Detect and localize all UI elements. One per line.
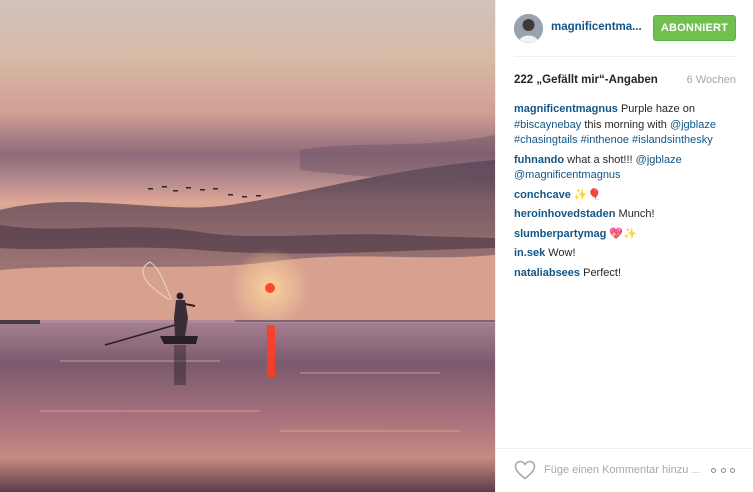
comment-item: fuhnando what a shot!!! @jgblaze @magnif… (514, 153, 736, 184)
avatar[interactable] (514, 14, 543, 43)
owner-username-link[interactable]: magnificentma... (551, 21, 642, 33)
hashtag-link[interactable]: #inthenoe (581, 134, 629, 146)
mention-link[interactable]: @jgblaze (636, 154, 682, 166)
hashtag-link[interactable]: #islandsinthesky (632, 134, 713, 146)
comment-text: ✨🎈 (570, 188, 602, 201)
comment-username-link[interactable]: conchcave (514, 189, 571, 201)
mention-link[interactable]: @magnificentmagnus (514, 169, 621, 181)
comment-username-link[interactable]: fuhnando (514, 154, 564, 166)
comment-username-link[interactable]: nataliabsees (514, 267, 580, 279)
hashtag-link[interactable]: #chasingtails (514, 134, 578, 146)
post-details-panel: magnificentma... ABONNIERT 222 „Gefällt … (495, 0, 753, 492)
sunset-fishing-photo (0, 0, 495, 492)
comment-username-link[interactable]: in.sek (514, 247, 545, 259)
comment-item: in.sek Wow! (514, 246, 736, 262)
comment-username-link[interactable]: magnificentmagnus (514, 103, 618, 115)
header-divider (514, 56, 736, 57)
comment-text: Perfect! (580, 266, 622, 279)
comment-text: Wow! (545, 247, 576, 259)
dot-icon (711, 467, 716, 473)
follow-button[interactable]: ABONNIERT (653, 15, 736, 41)
post-meta: 222 „Gefällt mir“-Angaben 6 Wochen (514, 74, 736, 90)
comment-text: Purple haze on (617, 103, 695, 115)
comment-item: magnificentmagnus Purple haze on #biscay… (514, 102, 736, 149)
hashtag-link[interactable]: #biscaynebay (514, 119, 581, 131)
comment-item: slumberpartymag 💖✨ (514, 227, 736, 243)
more-options-icon[interactable] (711, 461, 735, 479)
comment-item: nataliabsees Perfect! (514, 266, 736, 282)
comment-username-link[interactable]: slumberpartymag (514, 228, 606, 240)
comment-username-link[interactable]: heroinhovedstaden (514, 208, 615, 220)
heart-outline-icon[interactable] (514, 460, 536, 480)
post-age[interactable]: 6 Wochen (687, 74, 736, 86)
likes-count[interactable]: 222 „Gefällt mir“-Angaben (514, 74, 658, 86)
comment-text: Munch! (615, 208, 655, 220)
dot-icon (730, 467, 735, 473)
comment-text: 💖✨ (606, 227, 637, 240)
comment-list: magnificentmagnus Purple haze on #biscay… (514, 102, 736, 285)
dot-icon (720, 467, 726, 473)
comment-item: heroinhovedstaden Munch! (514, 207, 736, 223)
comment-text: what a shot!!! (564, 153, 636, 166)
comment-bar (496, 448, 753, 492)
mention-link[interactable]: @jgblaze (670, 119, 716, 131)
comment-item: conchcave ✨🎈 (514, 188, 736, 204)
avatar-image (514, 14, 543, 43)
comment-text: this morning with (581, 118, 670, 131)
post-photo[interactable] (0, 0, 495, 492)
comment-input[interactable] (544, 459, 704, 481)
post-header: magnificentma... ABONNIERT (496, 0, 753, 56)
instagram-post: magnificentma... ABONNIERT 222 „Gefällt … (0, 0, 753, 492)
